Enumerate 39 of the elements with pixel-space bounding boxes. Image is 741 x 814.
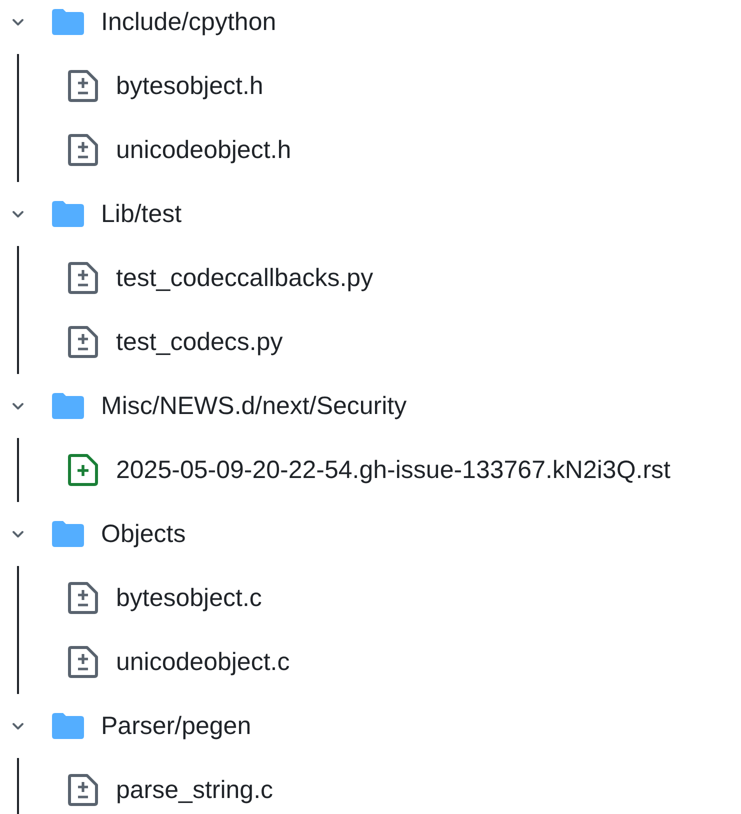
- folder-row[interactable]: Objects: [0, 502, 741, 566]
- file-name: test_codecs.py: [116, 328, 283, 356]
- folder-name: Lib/test: [101, 200, 182, 228]
- folder-row[interactable]: Parser/pegen: [0, 694, 741, 758]
- file-row[interactable]: unicodeobject.h: [19, 118, 741, 182]
- folder-icon: [52, 521, 84, 547]
- file-row[interactable]: bytesobject.h: [19, 54, 741, 118]
- file-name: bytesobject.c: [116, 584, 262, 612]
- folder-row[interactable]: Lib/test: [0, 182, 741, 246]
- file-added-icon: [68, 454, 98, 486]
- file-row[interactable]: parse_string.c: [19, 758, 741, 814]
- folder-name: Misc/NEWS.d/next/Security: [101, 392, 407, 420]
- folder-name: Include/cpython: [101, 8, 276, 36]
- file-name: unicodeobject.h: [116, 136, 292, 164]
- file-name: 2025-05-09-20-22-54.gh-issue-133767.kN2i3Q.rst: [116, 456, 670, 484]
- file-diff-icon: [68, 774, 98, 806]
- folder-row[interactable]: Include/cpython: [0, 0, 741, 54]
- folder-icon: [52, 713, 84, 739]
- file-diff-icon: [68, 262, 98, 294]
- file-diff-icon: [68, 646, 98, 678]
- folder-row[interactable]: Misc/NEWS.d/next/Security: [0, 374, 741, 438]
- file-name: test_codeccallbacks.py: [116, 264, 374, 292]
- folder-name: Parser/pegen: [101, 712, 252, 740]
- file-row[interactable]: test_codecs.py: [19, 310, 741, 374]
- file-row[interactable]: unicodeobject.c: [19, 630, 741, 694]
- file-row[interactable]: bytesobject.c: [19, 566, 741, 630]
- file-row[interactable]: test_codeccallbacks.py: [19, 246, 741, 310]
- folder-icon: [52, 9, 84, 35]
- folder-icon: [52, 201, 84, 227]
- file-name: parse_string.c: [116, 776, 274, 804]
- file-row[interactable]: 2025-05-09-20-22-54.gh-issue-133767.kN2i3Q.rst: [19, 438, 741, 502]
- file-diff-icon: [68, 582, 98, 614]
- file-name: bytesobject.h: [116, 72, 264, 100]
- file-diff-icon: [68, 70, 98, 102]
- file-diff-icon: [68, 134, 98, 166]
- file-diff-icon: [68, 326, 98, 358]
- folder-name: Objects: [101, 520, 186, 548]
- folder-icon: [52, 393, 84, 419]
- file-name: unicodeobject.c: [116, 648, 290, 676]
